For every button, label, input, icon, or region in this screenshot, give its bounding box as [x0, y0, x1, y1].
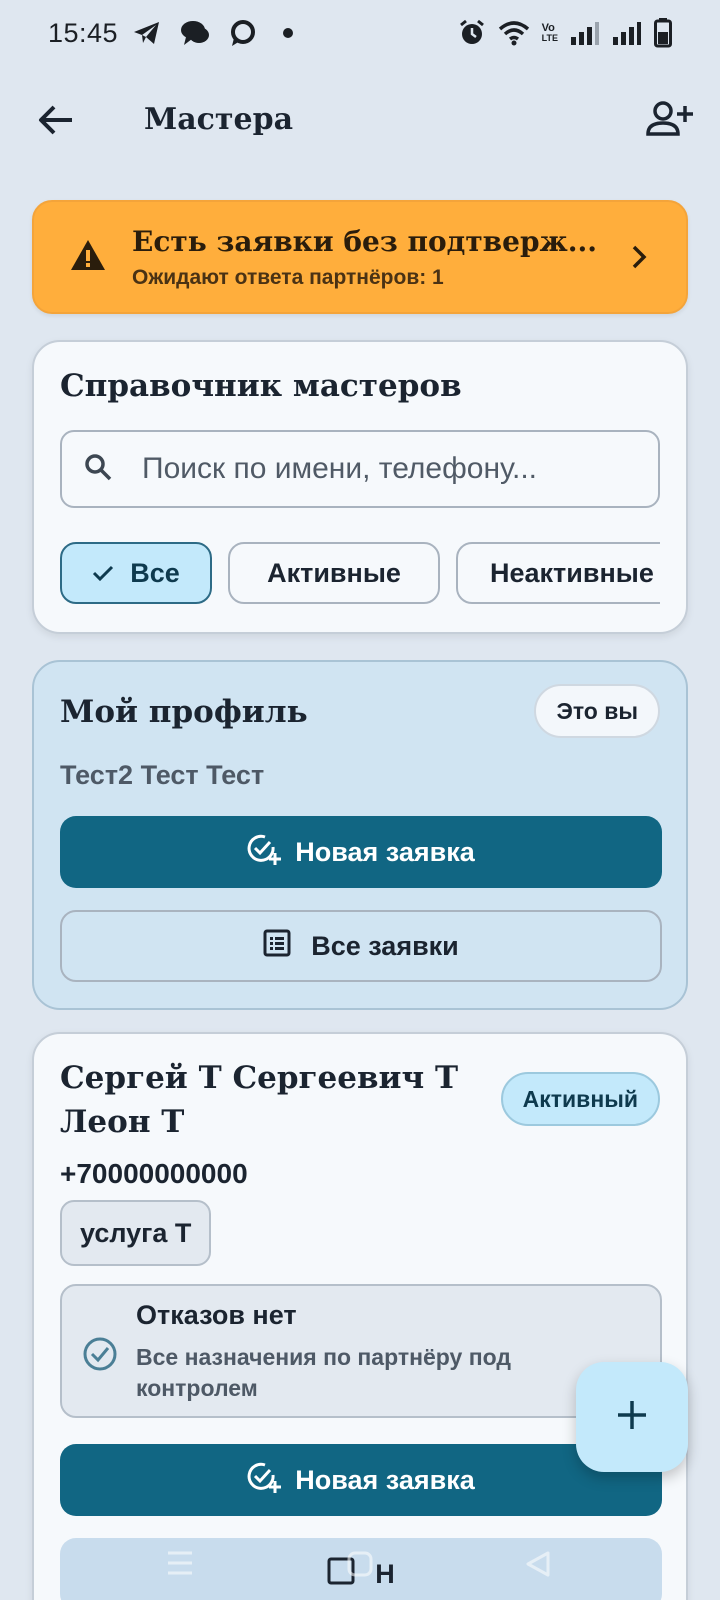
- button-label: Новая заявка: [295, 836, 475, 867]
- filter-chip-label: Все: [130, 557, 180, 588]
- system-nav-bar: [0, 1532, 720, 1600]
- refusals-status-box: Отказов нет Все назначения по партнёру п…: [60, 1284, 662, 1418]
- status-time: 15:45: [48, 17, 119, 48]
- button-label: Новая заявка: [295, 1464, 475, 1495]
- back-nav-icon[interactable]: [524, 1550, 552, 1583]
- filter-chip-all[interactable]: Все: [60, 542, 212, 604]
- my-profile-card: Мой профиль Это вы Тест2 Тест Тест Новая…: [32, 660, 688, 1010]
- chevron-right-icon: [624, 242, 654, 272]
- button-label: Все заявки: [311, 930, 459, 961]
- profile-name: Тест2 Тест Тест: [60, 760, 265, 790]
- chat-bubbles-icon: [180, 19, 210, 47]
- search-placeholder: Поиск по имени, телефону...: [142, 452, 538, 485]
- home-icon[interactable]: [346, 1550, 374, 1583]
- back-button[interactable]: [32, 98, 80, 146]
- warning-texts: Есть заявки без подтверж... Ожидают отве…: [132, 225, 624, 290]
- warning-icon: [70, 239, 106, 276]
- wifi-icon: [498, 20, 530, 46]
- filter-chip-inactive[interactable]: Неактивные: [456, 542, 660, 604]
- plus-icon: [615, 1398, 649, 1437]
- filter-chip-active[interactable]: Активные: [228, 542, 440, 604]
- status-bar: 15:45 Vo LTE: [0, 0, 720, 66]
- master-card: Сергей Т Сергеевич Т Леон Т Активный +70…: [32, 1032, 688, 1600]
- telegram-icon: [132, 20, 162, 46]
- add-fab-button[interactable]: [576, 1362, 688, 1472]
- status-right-icons: Vo LTE: [458, 18, 672, 48]
- profile-all-requests-button[interactable]: Все заявки: [60, 910, 662, 982]
- add-user-button[interactable]: [642, 96, 696, 146]
- filter-chip-label: Неактивные: [490, 557, 654, 588]
- unconfirmed-requests-banner[interactable]: Есть заявки без подтверж... Ожидают отве…: [32, 200, 688, 314]
- masters-directory-card: Справочник мастеров Поиск по имени, теле…: [32, 340, 688, 634]
- list-icon: [263, 929, 311, 964]
- profile-new-request-button[interactable]: Новая заявка: [60, 816, 662, 888]
- master-new-request-button[interactable]: Новая заявка: [60, 1444, 662, 1516]
- check-circle-plus-icon: [247, 1461, 295, 1500]
- status-badge: Активный: [500, 1072, 660, 1126]
- status-left-icons: [132, 18, 300, 48]
- search-input[interactable]: Поиск по имени, телефону...: [60, 430, 660, 508]
- search-icon: [84, 453, 112, 486]
- message-circle-icon: [228, 18, 258, 48]
- profile-title: Мой профиль: [60, 694, 308, 730]
- menu-icon[interactable]: [166, 1550, 194, 1581]
- service-chip: услуга Т: [60, 1200, 212, 1266]
- arrow-left-icon: [38, 104, 74, 141]
- master-phone: +70000000000: [60, 1158, 248, 1189]
- volte-icon: Vo LTE: [541, 22, 558, 44]
- directory-title: Справочник мастеров: [60, 368, 462, 404]
- battery-icon: [654, 18, 672, 48]
- check-icon: [92, 558, 130, 589]
- status-box-title: Отказов нет: [136, 1300, 297, 1330]
- app-bar: Мастера: [0, 80, 720, 162]
- status-box-text: Все назначения по партнёру под контролем: [136, 1344, 511, 1401]
- signal-icon: [570, 21, 600, 45]
- page-title: Мастера: [144, 102, 294, 137]
- master-name: Сергей Т Сергеевич Т Леон Т: [60, 1060, 459, 1140]
- signal-icon: [612, 21, 642, 45]
- alarm-icon: [458, 19, 486, 47]
- check-circle-plus-icon: [247, 833, 295, 872]
- person-add-icon: [645, 100, 693, 143]
- its-you-badge: Это вы: [534, 684, 660, 738]
- check-circle-icon: [82, 1336, 118, 1377]
- warning-subtitle: Ожидают ответа партнёров: 1: [132, 265, 444, 289]
- filter-chip-label: Активные: [267, 557, 401, 588]
- warning-title: Есть заявки без подтверж...: [132, 224, 598, 258]
- dot-icon: [276, 27, 300, 39]
- filter-chips: Все Активные Неактивные: [60, 542, 660, 608]
